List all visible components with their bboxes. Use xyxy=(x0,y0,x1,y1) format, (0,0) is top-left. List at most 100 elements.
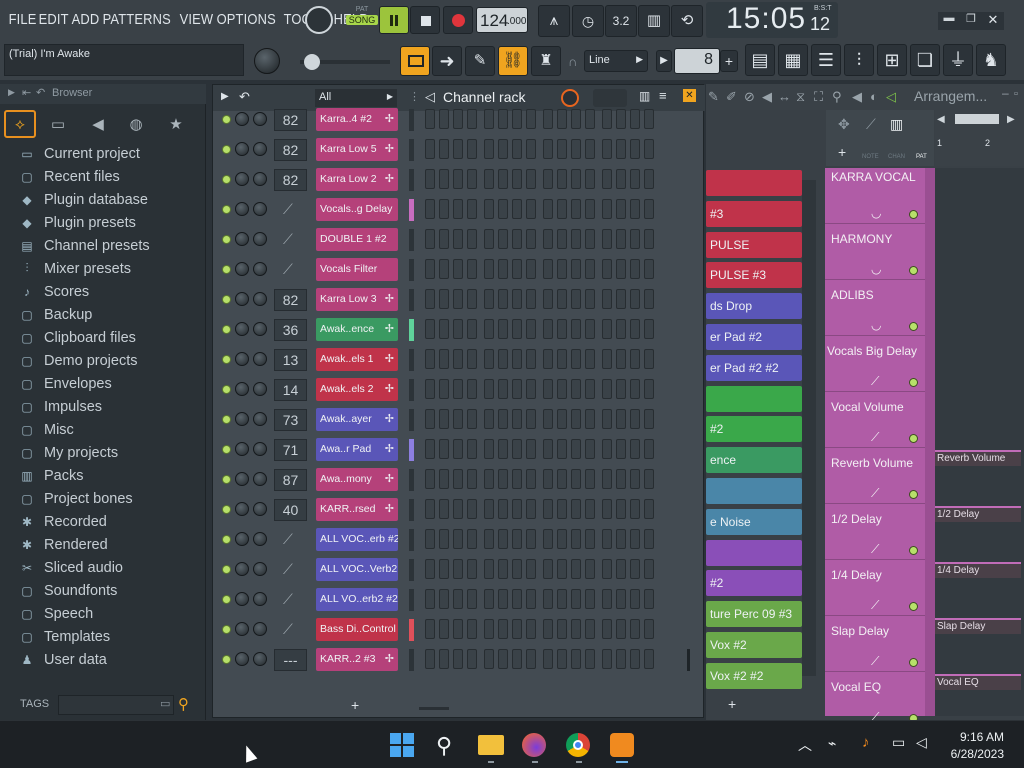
channel-button[interactable]: Karra Low 2 ✢ xyxy=(316,168,398,191)
step-button[interactable] xyxy=(512,169,522,189)
step-button[interactable] xyxy=(453,619,463,639)
channel-volume-knob[interactable] xyxy=(253,322,267,336)
ruler-arrow-icon[interactable]: ◀ xyxy=(937,114,945,125)
step-button[interactable] xyxy=(602,139,612,159)
step-button[interactable] xyxy=(526,139,536,159)
close-rack-icon[interactable]: ✕ xyxy=(683,89,696,102)
channel-button[interactable]: Awak..ayer ✢ xyxy=(316,408,398,431)
step-button[interactable] xyxy=(498,349,508,369)
step-button[interactable] xyxy=(630,559,640,579)
snap-tool-icon[interactable]: ◐ xyxy=(870,89,878,104)
step-button[interactable] xyxy=(630,529,640,549)
channel-volume-knob[interactable] xyxy=(253,292,267,306)
step-button[interactable] xyxy=(602,409,612,429)
search-icon[interactable]: ⚲ xyxy=(178,695,189,713)
step-button[interactable] xyxy=(616,439,626,459)
step-button[interactable] xyxy=(616,229,626,249)
master-pitch-knob[interactable] xyxy=(305,6,333,34)
step-button[interactable] xyxy=(526,109,536,129)
step-button[interactable] xyxy=(585,199,595,219)
channel-select-bar[interactable] xyxy=(409,409,414,431)
step-button[interactable] xyxy=(484,589,494,609)
track-header[interactable]: Vocal Volume ⟋ xyxy=(825,392,925,448)
step-button[interactable] xyxy=(439,319,449,339)
plugin-picker-button[interactable]: ⊞ xyxy=(877,44,907,76)
track-header[interactable]: Vocals Big Delay ⟋ xyxy=(825,336,925,392)
chrome-button[interactable] xyxy=(566,733,590,757)
step-button[interactable] xyxy=(585,319,595,339)
channel-mute-led[interactable] xyxy=(222,115,231,124)
step-button[interactable] xyxy=(453,409,463,429)
channel-volume-knob[interactable] xyxy=(253,202,267,216)
channel-select-bar[interactable] xyxy=(409,499,414,521)
pattern-clip[interactable]: PULSE #3 xyxy=(706,262,802,289)
step-button[interactable] xyxy=(439,499,449,519)
step-button[interactable] xyxy=(467,589,477,609)
next-button[interactable]: ➜ xyxy=(432,46,462,76)
browser-item[interactable]: ♟ User data xyxy=(12,648,202,671)
tab-all[interactable]: ⟡ xyxy=(4,110,36,138)
step-button[interactable] xyxy=(425,529,435,549)
step-button[interactable] xyxy=(526,409,536,429)
step-button[interactable] xyxy=(467,109,477,129)
step-button[interactable] xyxy=(571,229,581,249)
step-button[interactable] xyxy=(425,559,435,579)
step-button[interactable] xyxy=(512,109,522,129)
step-button[interactable] xyxy=(439,199,449,219)
channel-button[interactable]: DOUBLE 1 #2 xyxy=(316,228,398,251)
step-button[interactable] xyxy=(453,379,463,399)
browser-button[interactable]: ❏ xyxy=(910,44,940,76)
browser-back-icon[interactable]: ↶ xyxy=(36,86,45,99)
step-button[interactable] xyxy=(512,139,522,159)
step-button[interactable] xyxy=(557,319,567,339)
step-button[interactable] xyxy=(557,259,567,279)
countdown-button[interactable]: 3.2 xyxy=(605,5,637,37)
browser-item[interactable]: ▢ Clipboard files xyxy=(12,326,202,349)
step-button[interactable] xyxy=(571,409,581,429)
channel-mute-led[interactable] xyxy=(222,505,231,514)
draw-mode-button[interactable]: ✎ xyxy=(465,46,495,76)
channel-pan-knob[interactable] xyxy=(235,562,249,576)
browser-item[interactable]: ◆ Plugin presets xyxy=(12,211,202,234)
step-button[interactable] xyxy=(526,499,536,519)
step-button[interactable] xyxy=(453,199,463,219)
metronome-button[interactable]: ⩚ xyxy=(538,5,570,37)
step-button[interactable] xyxy=(616,469,626,489)
step-button[interactable] xyxy=(467,409,477,429)
step-button[interactable] xyxy=(484,259,494,279)
render-button[interactable]: ♞ xyxy=(976,44,1006,76)
step-edit-button[interactable]: ▥ xyxy=(638,5,670,37)
step-button[interactable] xyxy=(630,469,640,489)
step-button[interactable] xyxy=(439,619,449,639)
step-button[interactable] xyxy=(512,589,522,609)
step-button[interactable] xyxy=(439,469,449,489)
step-button[interactable] xyxy=(602,109,612,129)
step-button[interactable] xyxy=(585,619,595,639)
file-explorer-button[interactable] xyxy=(478,735,504,755)
step-button[interactable] xyxy=(557,109,567,129)
step-button[interactable] xyxy=(498,499,508,519)
step-button[interactable] xyxy=(630,169,640,189)
step-button[interactable] xyxy=(526,199,536,219)
step-button[interactable] xyxy=(585,349,595,369)
step-button[interactable] xyxy=(526,289,536,309)
channel-button[interactable]: Karra Low 5 ✢ xyxy=(316,138,398,161)
step-button[interactable] xyxy=(467,289,477,309)
channel-mute-led[interactable] xyxy=(222,175,231,184)
zoom-tool-icon[interactable]: ⚲ xyxy=(832,89,842,105)
channel-select-bar[interactable] xyxy=(409,619,414,641)
channel-volume-knob[interactable] xyxy=(253,142,267,156)
channel-mute-led[interactable] xyxy=(222,325,231,334)
loop-record-button[interactable]: ⟲ xyxy=(671,5,703,37)
channel-volume-knob[interactable] xyxy=(253,382,267,396)
browser-item[interactable]: ◆ Plugin database xyxy=(12,188,202,211)
step-button[interactable] xyxy=(484,439,494,459)
step-button[interactable] xyxy=(512,469,522,489)
step-button[interactable] xyxy=(425,499,435,519)
song-position-display[interactable]: 15:05 12 B:S:T xyxy=(706,2,838,38)
step-button[interactable] xyxy=(557,589,567,609)
step-button[interactable] xyxy=(425,199,435,219)
step-button[interactable] xyxy=(526,529,536,549)
volume-icon[interactable]: ◁ xyxy=(916,734,927,751)
rack-undo-icon[interactable]: ↶ xyxy=(239,89,250,105)
